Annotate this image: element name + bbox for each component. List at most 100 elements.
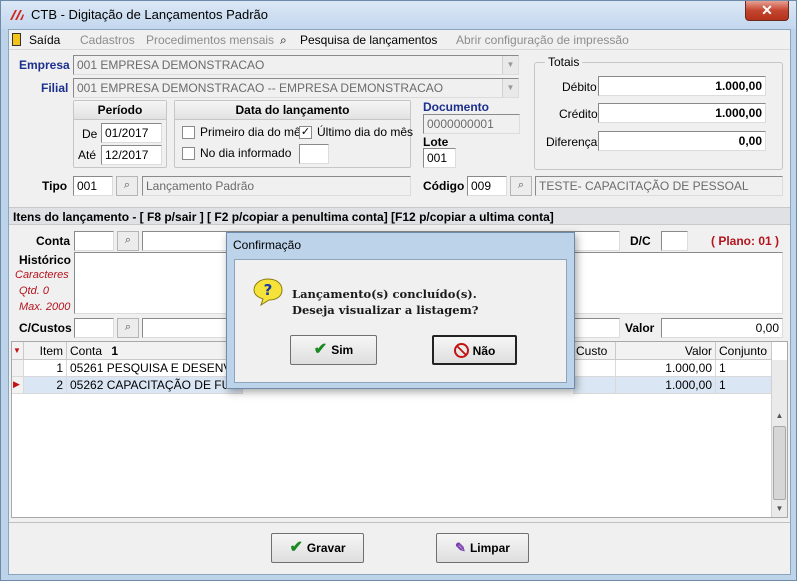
grid-cell-item[interactable]: 2	[24, 377, 67, 394]
codigo-desc: TESTE- CAPACITAÇÃO DE PESSOAL	[535, 176, 783, 196]
grid-header-valor[interactable]: Valor	[616, 342, 716, 360]
menu-pesquisa[interactable]: Pesquisa de lançamentos	[300, 33, 437, 47]
limpar-button[interactable]: ✎ Limpar	[436, 533, 529, 563]
checkmark-icon: ✔	[289, 539, 303, 556]
codigo-label: Código	[423, 179, 465, 193]
dialog-line2: Deseja visualizar a listagem?	[292, 303, 479, 317]
menu-procedimentos[interactable]: Procedimentos mensais	[146, 33, 274, 47]
diferenca-label: Diferença	[546, 135, 598, 149]
grid-indicator-header: ▼	[12, 342, 24, 360]
grid-cell-conta[interactable]: 05262 CAPACITAÇÃO DE FUNC	[67, 377, 243, 394]
grid-header-item[interactable]: Item	[24, 342, 67, 360]
totais-group: Totais Débito 1.000,00 Crédito 1.000,00 …	[534, 55, 783, 170]
exit-icon	[12, 33, 21, 46]
periodo-title: Período	[74, 101, 166, 120]
conta-code-input[interactable]	[74, 231, 114, 251]
grid-header-conta[interactable]: Conta 1	[67, 342, 243, 360]
grid-header-custo[interactable]: Custo	[573, 342, 616, 360]
app-logo-icon	[10, 10, 24, 20]
sim-button[interactable]: ✔ Sim	[290, 335, 377, 365]
gravar-label: Gravar	[306, 541, 346, 555]
menu-saida[interactable]: Saída	[29, 33, 60, 47]
periodo-ate-input[interactable]: 12/2017	[101, 145, 162, 165]
tipo-search-icon[interactable]: ⌕	[116, 176, 138, 196]
grid-row-indicator: ▶	[12, 377, 24, 394]
grid-cell-valor[interactable]: 1.000,00	[616, 360, 716, 377]
debito-value: 1.000,00	[598, 76, 766, 96]
ate-label: Até	[78, 148, 97, 162]
lote-input[interactable]: 001	[423, 148, 456, 168]
grid-cell-item[interactable]: 1	[24, 360, 67, 377]
data-lancamento-title: Data do lançamento	[175, 101, 410, 120]
conta-search-icon[interactable]: ⌕	[117, 231, 139, 251]
dialog-line1: Lançamento(s) concluído(s).	[292, 287, 477, 301]
no-dia-label: No dia informado	[200, 146, 292, 160]
filial-combo[interactable]: 001 EMPRESA DEMONSTRACAO -- EMPRESA DEMO…	[73, 78, 519, 98]
grid-cell-valor[interactable]: 1.000,00	[616, 377, 716, 394]
conta-header-text: Conta	[70, 344, 103, 358]
sort-indicator: 1	[111, 344, 119, 358]
sim-label: Sim	[331, 343, 354, 357]
dc-input[interactable]	[661, 231, 688, 251]
valor-input[interactable]: 0,00	[661, 318, 783, 338]
dc-label: D/C	[630, 234, 651, 248]
periodo-de-input[interactable]: 01/2017	[101, 123, 162, 143]
tipo-desc: Lançamento Padrão	[142, 176, 411, 196]
plano-label: ( Plano: 01 )	[711, 234, 780, 248]
main-window: CTB - Digitação de Lançamentos Padrão ✕ …	[0, 0, 797, 581]
title-bar: CTB - Digitação de Lançamentos Padrão ✕	[1, 1, 796, 29]
primeiro-dia-checkbox[interactable]	[182, 126, 195, 139]
bottom-bar: ✔ Gravar ✎ Limpar	[9, 522, 790, 574]
de-label: De	[82, 127, 98, 141]
ccustos-code-input[interactable]	[74, 318, 114, 338]
grid-cell-custo[interactable]	[573, 377, 616, 394]
codigo-code-input[interactable]: 009	[467, 176, 507, 196]
ultimo-dia-checkbox[interactable]: ✓	[299, 126, 312, 139]
chevron-down-icon[interactable]: ▼	[502, 79, 518, 97]
menu-abrir-config[interactable]: Abrir configuração de impressão	[456, 33, 629, 47]
filial-value: 001 EMPRESA DEMONSTRACAO -- EMPRESA DEMO…	[77, 81, 444, 95]
grid-cell-conjunto[interactable]: 1	[716, 360, 772, 377]
scroll-up-icon[interactable]: ▲	[772, 408, 787, 424]
grid-scrollbar[interactable]: ▲ ▼	[771, 360, 787, 517]
scroll-down-icon[interactable]: ▼	[772, 501, 787, 517]
codigo-search-icon[interactable]: ⌕	[510, 176, 532, 196]
grid-cell-conta[interactable]: 05261 PESQUISA E DESENVOLV	[67, 360, 243, 377]
filial-label: Filial	[41, 81, 69, 95]
nao-button[interactable]: Não	[432, 335, 517, 365]
checkmark-icon: ✔	[313, 341, 328, 358]
confirmation-dialog: Confirmação ? Lançamento(s) concluído(s)…	[226, 232, 575, 389]
primeiro-dia-label: Primeiro dia do mês	[200, 125, 307, 139]
documento-input[interactable]: 0000000001	[423, 114, 520, 134]
scroll-thumb[interactable]	[773, 426, 786, 500]
menu-bar: Saída Cadastros Procedimentos mensais ⌕ …	[9, 30, 790, 50]
search-binoculars-icon: ⌕	[280, 33, 287, 47]
question-icon: ?	[253, 278, 283, 306]
grid-header-conjunto[interactable]: Conjunto	[716, 342, 772, 360]
empresa-label: Empresa	[19, 58, 70, 72]
no-dia-checkbox[interactable]	[182, 147, 195, 160]
window-title: CTB - Digitação de Lançamentos Padrão	[31, 7, 269, 22]
tipo-label: Tipo	[42, 179, 68, 193]
empresa-combo[interactable]: 001 EMPRESA DEMONSTRACAO ▼	[73, 55, 519, 75]
empresa-value: 001 EMPRESA DEMONSTRACAO	[77, 58, 265, 72]
lote-label: Lote	[423, 135, 449, 149]
svg-text:?: ?	[264, 281, 273, 299]
menu-cadastros[interactable]: Cadastros	[80, 33, 135, 47]
grid-cell-custo[interactable]	[573, 360, 616, 377]
limpar-label: Limpar	[469, 541, 510, 555]
no-entry-icon	[453, 343, 469, 359]
ccustos-label: C/Custos	[19, 321, 72, 335]
close-window-button[interactable]: ✕	[745, 1, 789, 21]
periodo-group: Período De 01/2017 Até 12/2017	[73, 100, 167, 168]
itens-bar: Itens do lançamento - [ F8 p/sair ] [ F2…	[9, 207, 790, 225]
tipo-code-input[interactable]: 001	[73, 176, 113, 196]
ultimo-dia-label: Último dia do mês	[317, 125, 414, 139]
grid-row-indicator	[12, 360, 24, 377]
debito-label: Débito	[562, 80, 597, 94]
grid-cell-conjunto[interactable]: 1	[716, 377, 772, 394]
ccustos-search-icon[interactable]: ⌕	[117, 318, 139, 338]
gravar-button[interactable]: ✔ Gravar	[271, 533, 364, 563]
dia-input[interactable]	[299, 144, 329, 164]
chevron-down-icon[interactable]: ▼	[502, 56, 518, 74]
